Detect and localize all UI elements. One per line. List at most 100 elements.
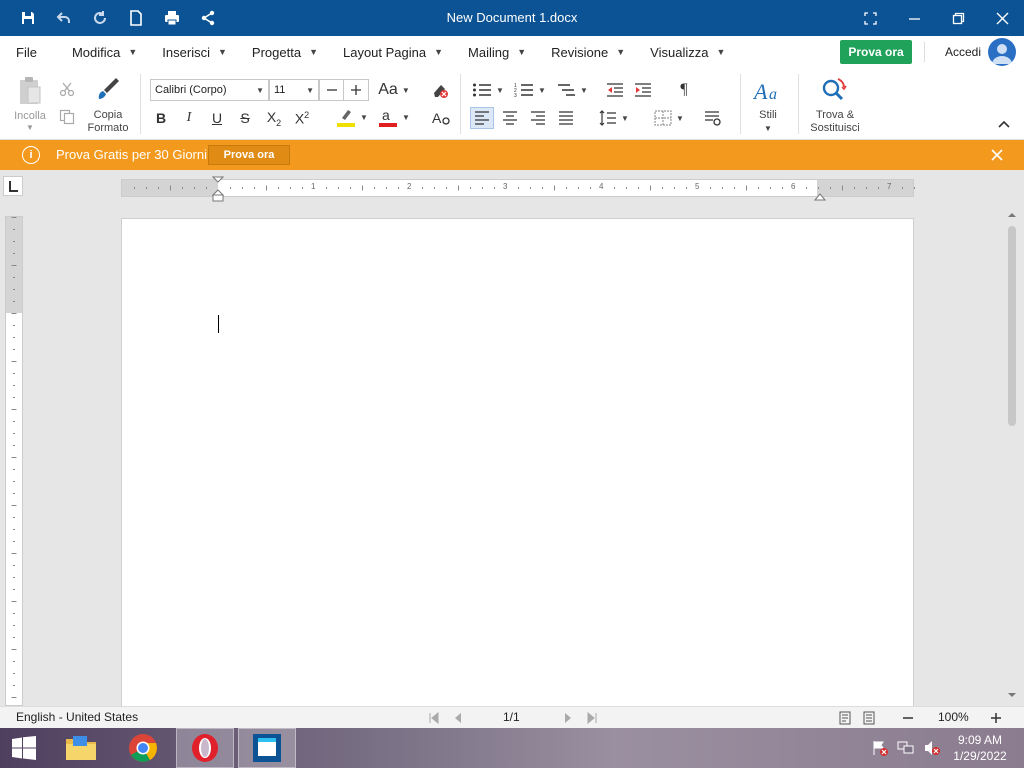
ribbon-divider xyxy=(460,74,461,134)
multilevel-list-button[interactable]: ▼ xyxy=(554,80,590,100)
menu-progetta[interactable]: Progetta ▼ xyxy=(244,36,326,68)
align-left-button[interactable] xyxy=(470,107,494,129)
line-spacing-button[interactable]: ▼ xyxy=(596,107,632,129)
fullscreen-button[interactable] xyxy=(848,0,892,36)
menu-mailing[interactable]: Mailing ▼ xyxy=(460,36,534,68)
office-taskbar-button[interactable] xyxy=(238,728,296,768)
numbering-button[interactable]: 123 ▼ xyxy=(512,80,548,100)
redo-button[interactable] xyxy=(82,0,118,36)
align-right-icon xyxy=(531,111,545,125)
web-layout-button[interactable] xyxy=(861,710,877,726)
ruler-number: 3 xyxy=(503,182,508,191)
format-painter-button[interactable] xyxy=(94,76,122,104)
menu-layout-pagina[interactable]: Layout Pagina ▼ xyxy=(335,36,451,68)
right-indent-marker-icon[interactable] xyxy=(814,191,826,201)
show-formatting-button[interactable]: ¶ xyxy=(674,80,694,100)
zoom-out-button[interactable] xyxy=(900,710,916,726)
find-replace-label-line-2: Sostituisci xyxy=(810,122,860,134)
find-replace-button[interactable] xyxy=(818,76,850,106)
horizontal-ruler[interactable]: 1 2 3 4 5 6 7 xyxy=(121,176,915,202)
cut-button[interactable] xyxy=(58,80,76,98)
tab-stop-selector[interactable] xyxy=(3,176,23,196)
decrease-indent-button[interactable] xyxy=(604,80,626,100)
chevron-down-icon: ▼ xyxy=(402,112,410,122)
copy-button[interactable] xyxy=(58,108,76,126)
print-button[interactable] xyxy=(154,0,190,36)
user-icon xyxy=(992,44,1012,64)
menu-revisione[interactable]: Revisione ▼ xyxy=(543,36,633,68)
zoom-in-button[interactable] xyxy=(988,710,1004,726)
scrollbar-thumb[interactable] xyxy=(1008,226,1016,426)
restore-button[interactable] xyxy=(936,0,980,36)
avatar[interactable] xyxy=(988,38,1016,66)
minimize-icon xyxy=(908,17,920,20)
try-now-button[interactable]: Prova ora xyxy=(840,40,912,64)
collapse-ribbon-button[interactable] xyxy=(996,116,1012,132)
text-effects-button[interactable]: A xyxy=(430,108,452,128)
zoom-level[interactable]: 100% xyxy=(938,710,969,724)
first-page-button[interactable] xyxy=(426,710,442,726)
start-button[interactable] xyxy=(0,728,48,768)
menu-file[interactable]: File xyxy=(8,36,45,68)
subscript-button[interactable]: X2 xyxy=(262,108,286,128)
new-document-button[interactable] xyxy=(118,0,154,36)
save-button[interactable] xyxy=(10,0,46,36)
chrome-taskbar-button[interactable] xyxy=(114,728,172,768)
increase-indent-button[interactable] xyxy=(632,80,654,100)
highlight-button[interactable]: ▼ xyxy=(334,106,370,128)
svg-text:3: 3 xyxy=(514,93,517,98)
opera-taskbar-button[interactable] xyxy=(176,728,234,768)
opera-icon xyxy=(192,734,218,762)
scroll-up-icon[interactable] xyxy=(1006,210,1018,220)
share-button[interactable] xyxy=(190,0,226,36)
align-right-button[interactable] xyxy=(526,107,550,129)
tray-network-button[interactable] xyxy=(894,728,918,768)
tray-volume-button[interactable] xyxy=(920,728,944,768)
file-explorer-taskbar-button[interactable] xyxy=(52,728,110,768)
italic-button[interactable]: I xyxy=(180,108,198,128)
underline-button[interactable]: U xyxy=(208,108,226,128)
paste-button[interactable] xyxy=(14,74,46,108)
previous-page-button[interactable] xyxy=(450,710,466,726)
clock[interactable]: 9:09 AM 1/29/2022 xyxy=(946,732,1014,764)
bullets-button[interactable]: ▼ xyxy=(470,80,506,100)
increase-font-button[interactable] xyxy=(344,80,368,100)
menu-visualizza[interactable]: Visualizza ▼ xyxy=(642,36,733,68)
print-layout-button[interactable] xyxy=(837,710,853,726)
superscript-button[interactable]: X2 xyxy=(290,108,314,128)
paragraph-settings-button[interactable] xyxy=(702,108,724,128)
minimize-button[interactable] xyxy=(892,0,936,36)
vertical-ruler[interactable] xyxy=(5,216,23,706)
change-case-button[interactable]: Aa ▼ xyxy=(376,80,412,100)
borders-button[interactable]: ▼ xyxy=(650,107,688,129)
decrease-font-button[interactable] xyxy=(320,80,344,100)
justify-button[interactable] xyxy=(554,107,578,129)
font-color-button[interactable]: a ▼ xyxy=(376,106,412,128)
document-page[interactable] xyxy=(121,218,914,706)
network-icon xyxy=(897,741,914,754)
vertical-scrollbar[interactable] xyxy=(1006,210,1018,706)
styles-button[interactable]: Aa xyxy=(752,76,784,106)
indent-marker-icon[interactable] xyxy=(212,176,224,202)
menu-inserisci[interactable]: Inserisci ▼ xyxy=(154,36,235,68)
close-button[interactable] xyxy=(980,0,1024,36)
menu-modifica[interactable]: Modifica ▼ xyxy=(64,36,145,68)
pilcrow-icon: ¶ xyxy=(680,81,688,98)
language-indicator[interactable]: English - United States xyxy=(16,710,138,724)
bold-button[interactable]: B xyxy=(152,108,170,128)
ruler-number: 7 xyxy=(887,182,892,191)
font-name-select[interactable]: Calibri (Corpo) ▼ xyxy=(150,79,269,101)
undo-button[interactable] xyxy=(46,0,82,36)
scroll-down-icon[interactable] xyxy=(1006,690,1018,700)
font-size-select[interactable]: 11 ▼ xyxy=(269,79,319,101)
tray-flag-button[interactable] xyxy=(868,728,892,768)
sign-in-link[interactable]: Accedi xyxy=(945,36,981,68)
svg-text:a: a xyxy=(382,107,390,123)
next-page-button[interactable] xyxy=(560,710,576,726)
last-page-button[interactable] xyxy=(584,710,600,726)
strikethrough-button[interactable]: S xyxy=(236,108,254,128)
trial-try-now-button[interactable]: Prova ora xyxy=(208,145,290,165)
dismiss-notification-button[interactable] xyxy=(988,146,1006,164)
clear-formatting-button[interactable] xyxy=(430,80,450,100)
align-center-button[interactable] xyxy=(498,107,522,129)
